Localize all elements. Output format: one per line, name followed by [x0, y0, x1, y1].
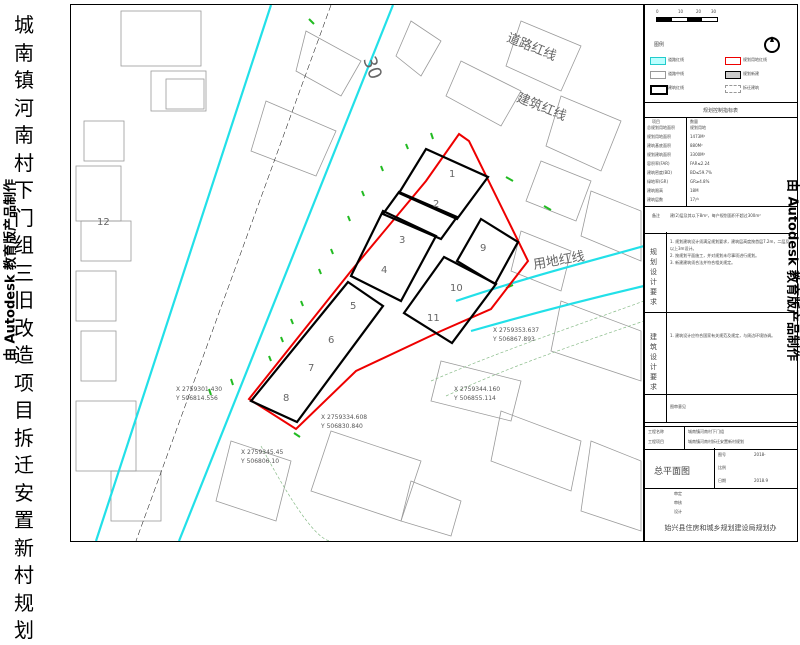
existing-road-edges: [261, 301, 644, 541]
legend-item: 拆迁建筑: [743, 85, 759, 91]
legend-swatch-demolish: [725, 85, 741, 93]
organization-name: 始兴县住房和城乡规划建设局规划办: [644, 523, 797, 533]
coordinate-y: Y 506830.840: [320, 423, 363, 430]
legend-item: 道路红线: [668, 57, 684, 63]
scale-tick: 30: [711, 9, 716, 14]
lot-number: 9: [480, 243, 486, 254]
parcel-number: 12: [97, 217, 110, 228]
coordinate-y: Y 506867.893: [492, 336, 535, 343]
coordinate-y: Y 506814.556: [175, 395, 218, 402]
green-markers: [209, 19, 551, 437]
title-block: 总平面图 图号 2018- 比例 日期 2018.9 审定 审核 设计: [644, 448, 797, 520]
legend-swatch-building-line: [650, 85, 668, 95]
table-title: 规划控制指标表: [644, 107, 797, 114]
planning-requirements: 规划设计要求 1. 规划建筑设计须满足规划要求，建筑层高度按首层7.2m，二层及…: [644, 232, 797, 313]
vertical-title-column: 城南镇河南村下门组三旧改造项目拆迁安置新村规划 由 Autodesk 教育版产品…: [0, 0, 46, 543]
right-watermark-text: 由 Autodesk 教育版产品制作: [785, 179, 800, 361]
drawing-name: 总平面图: [654, 464, 690, 477]
section-text: 1. 规划建筑设计须满足规划要求，建筑层高度按首层7.2m，二层及以上3m设计。…: [670, 238, 793, 266]
legend-item: 规划新建: [743, 71, 759, 77]
scale-tick: 0: [656, 9, 659, 14]
section-text: 图审意见: [670, 404, 686, 410]
scale-tick: 20: [696, 9, 701, 14]
site-plan-svg: 1 2 3 4 5 6 7 8 9 10 11 12 30 道路红线 建筑红线 …: [71, 5, 644, 541]
lot-number: 1: [449, 169, 455, 180]
scale-bar-graphic: [656, 17, 718, 22]
legend-item: 规划用地红线: [743, 57, 767, 63]
legend-swatch-road: [650, 57, 666, 65]
lot-number: 8: [283, 393, 289, 404]
road-number: 30: [358, 54, 386, 83]
section-text: 1. 建筑设计应符合国家有关规范及规定，与周边环境协调。: [670, 332, 793, 339]
legend-title: 图例: [654, 41, 664, 48]
lot-number: 11: [427, 313, 440, 324]
lot-number: 2: [433, 199, 439, 210]
legend-swatch-centerline: [650, 71, 666, 79]
section-label: 规划设计要求: [650, 247, 662, 307]
remark-label: 备注: [652, 213, 660, 219]
left-watermark-text: 由 Autodesk 教育版产品制作: [0, 179, 19, 361]
coordinate-x: X 2759345.45: [241, 449, 283, 456]
legend-swatch-new: [725, 71, 741, 79]
project-info: 工程名称 城南镇河南村下门组 工程项目 城南镇河南村拆迁安置新村规划: [644, 426, 797, 450]
scale-tick: 10: [678, 9, 683, 14]
coordinate-x: X 2759353.637: [493, 327, 539, 334]
planned-buildings: [251, 149, 518, 422]
coordinate-y: Y 506806.10: [240, 458, 279, 465]
building-requirements: 建筑设计要求 1. 建筑设计应符合国家有关规范及规定，与周边环境协调。: [644, 312, 797, 395]
coordinate-x: X 2759334.608: [321, 414, 367, 421]
legend-swatch-site: [725, 57, 741, 65]
legend-item: 道路中线: [668, 71, 684, 77]
lot-number: 4: [381, 265, 387, 276]
review-opinion: 图审意见: [644, 394, 797, 423]
site-plan-map: 1 2 3 4 5 6 7 8 9 10 11 12 30 道路红线 建筑红线 …: [70, 4, 645, 542]
coordinate-y: Y 506855.114: [453, 395, 496, 402]
indicator-table: 规划控制指标表 项目 数量 总规划用地面积 规划用地 规划用地面积 1473M²…: [644, 102, 797, 234]
title-block-panel: 0 10 20 30 图例 道路红线 规划用地红线 道路中线 规划新建 建筑红线…: [643, 4, 798, 542]
section-label: 建筑设计要求: [650, 332, 662, 392]
coordinate-x: X 2759344.160: [454, 386, 500, 393]
lot-number: 7: [308, 363, 314, 374]
scale-bar: 0 10 20 30: [656, 9, 716, 31]
road-label: 道路红线: [505, 30, 559, 64]
legend-item: 建筑红线: [668, 85, 684, 91]
lot-number: 5: [350, 301, 356, 312]
lot-number: 3: [399, 235, 405, 246]
coordinate-x: X 2759301.430: [176, 386, 222, 393]
canal-lines: [96, 5, 644, 541]
remark-text: 建(2)层及其以下8m²，每户规划面积不超过300m²: [670, 213, 795, 219]
road-centerline: [136, 5, 331, 541]
road-label: 建筑红线: [515, 90, 569, 124]
lot-number: 10: [450, 283, 463, 294]
north-arrow-icon: [762, 35, 782, 55]
survey-coordinates: X 2759353.637 Y 506867.893 X 2759344.160…: [175, 327, 539, 465]
lot-number: 6: [328, 335, 334, 346]
